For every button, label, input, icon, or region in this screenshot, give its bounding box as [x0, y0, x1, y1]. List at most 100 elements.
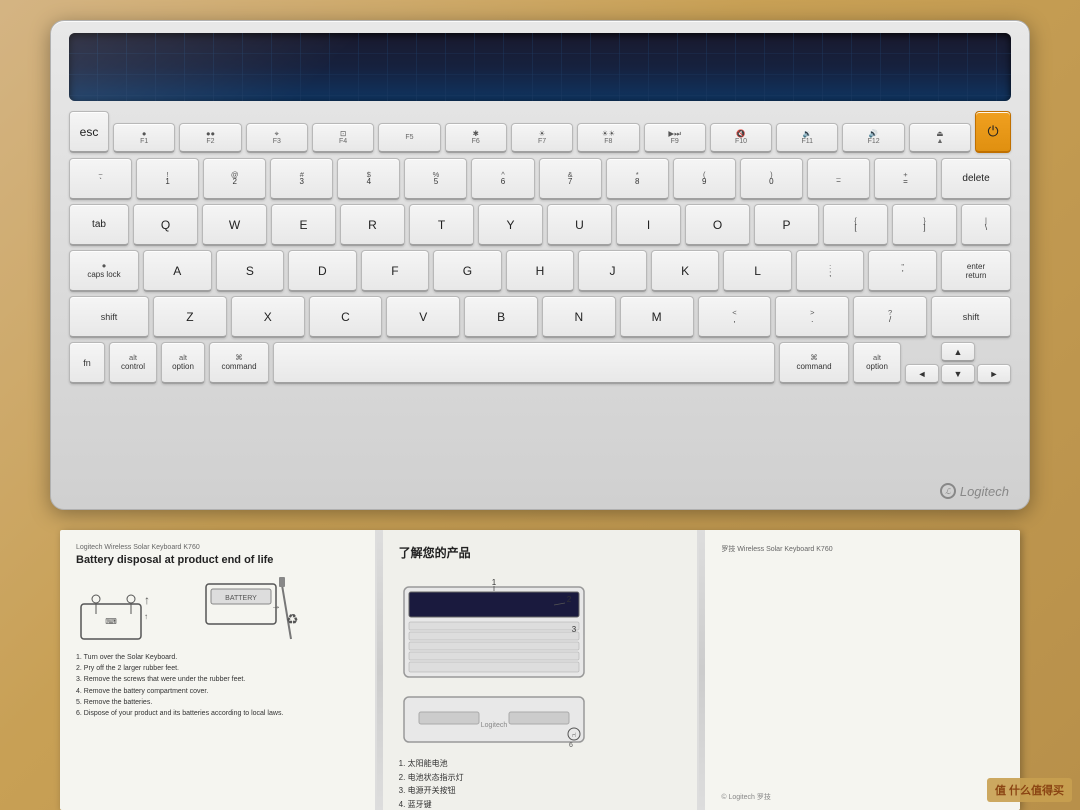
key-option-left[interactable]: alt option	[161, 342, 205, 384]
key-period[interactable]: > .	[775, 296, 849, 338]
svg-text:→: →	[271, 601, 281, 612]
svg-text:3: 3	[571, 625, 576, 634]
key-8[interactable]: * 8	[606, 158, 669, 200]
key-bracket-l[interactable]: { [	[823, 204, 888, 246]
key-l[interactable]: L	[723, 250, 792, 292]
key-caps-lock[interactable]: ● caps lock	[69, 250, 139, 292]
key-arrow-left[interactable]: ◄	[905, 364, 939, 384]
arrow-lr-row: ◄ ▼ ►	[905, 364, 1011, 384]
key-equals[interactable]: + =	[874, 158, 937, 200]
key-a[interactable]: A	[143, 250, 212, 292]
svg-text:↑: ↑	[144, 593, 150, 607]
key-option-right[interactable]: alt option	[853, 342, 901, 384]
key-z[interactable]: Z	[153, 296, 227, 338]
key-w[interactable]: W	[202, 204, 267, 246]
manual-steps-list: 1. Turn over the Solar Keyboard. 2. Pry …	[76, 652, 359, 719]
key-m[interactable]: M	[620, 296, 694, 338]
key-fn[interactable]: fn	[69, 342, 105, 384]
key-arrow-down[interactable]: ▼	[941, 364, 975, 384]
key-f2[interactable]: ●● F2	[179, 123, 241, 153]
key-arrow-right[interactable]: ►	[977, 364, 1011, 384]
key-p[interactable]: P	[754, 204, 819, 246]
key-h[interactable]: H	[506, 250, 575, 292]
key-f3[interactable]: ⌖ F3	[246, 123, 308, 153]
key-i[interactable]: I	[616, 204, 681, 246]
key-arrow-up[interactable]: ▲	[941, 342, 975, 362]
key-f9[interactable]: ▶⏭ F9	[644, 123, 706, 153]
key-1[interactable]: ! 1	[136, 158, 199, 200]
key-7[interactable]: & 7	[539, 158, 602, 200]
key-g[interactable]: G	[433, 250, 502, 292]
key-5[interactable]: % 5	[404, 158, 467, 200]
key-k[interactable]: K	[651, 250, 720, 292]
key-o[interactable]: O	[685, 204, 750, 246]
key-bracket-r[interactable]: } ]	[892, 204, 957, 246]
key-shift-right[interactable]: shift	[931, 296, 1011, 338]
manual-booklet: Logitech Wireless Solar Keyboard K760 Ba…	[60, 530, 1020, 810]
key-f6[interactable]: ✱ F6	[445, 123, 507, 153]
key-y[interactable]: Y	[478, 204, 543, 246]
key-f1[interactable]: ● F1	[113, 123, 175, 153]
key-r[interactable]: R	[340, 204, 405, 246]
key-f8[interactable]: ☀☀ F8	[577, 123, 639, 153]
key-f4[interactable]: ⊡ F4	[312, 123, 374, 153]
key-t[interactable]: T	[409, 204, 474, 246]
key-shift-left[interactable]: shift	[69, 296, 149, 338]
key-q[interactable]: Q	[133, 204, 198, 246]
manual-page-right: 罗技 Wireless Solar Keyboard K760 © Logite…	[705, 530, 1020, 810]
key-u[interactable]: U	[547, 204, 612, 246]
key-2[interactable]: @ 2	[203, 158, 266, 200]
key-6[interactable]: ^ 6	[471, 158, 534, 200]
key-f12[interactable]: 🔊 F12	[842, 123, 904, 153]
logitech-brand-text: Logitech	[960, 484, 1009, 499]
key-e[interactable]: E	[271, 204, 336, 246]
watermark-text: 值 什么值得买	[995, 785, 1064, 797]
key-backslash[interactable]: | \	[961, 204, 1011, 246]
manual-book: Logitech Wireless Solar Keyboard K760 Ba…	[60, 530, 1020, 810]
svg-text:BATTERY: BATTERY	[225, 595, 257, 602]
key-9[interactable]: ( 9	[673, 158, 736, 200]
part-1: 1. 太阳能电池	[399, 757, 682, 771]
key-b[interactable]: B	[464, 296, 538, 338]
key-c[interactable]: C	[309, 296, 383, 338]
key-semicolon[interactable]: : ;	[796, 250, 865, 292]
manual-step-1: 1. Turn over the Solar Keyboard.	[76, 652, 359, 663]
key-f10[interactable]: 🔇 F10	[710, 123, 772, 153]
number-key-row: ~ ` ! 1 @ 2 # 3 $ 4 % 5	[69, 158, 1011, 200]
key-f[interactable]: F	[361, 250, 430, 292]
key-comma[interactable]: < ,	[698, 296, 772, 338]
key-slash[interactable]: ? /	[853, 296, 927, 338]
key-eject[interactable]: ⏏ ▲	[909, 123, 971, 153]
key-3[interactable]: # 3	[270, 158, 333, 200]
key-delete[interactable]: delete	[941, 158, 1011, 200]
key-v[interactable]: V	[386, 296, 460, 338]
key-tilde[interactable]: ~ `	[69, 158, 132, 200]
shift-key-row: shift Z X C V B N M < , > . ? / shift	[69, 296, 1011, 338]
key-spacebar[interactable]	[273, 342, 775, 384]
key-command-right[interactable]: ⌘ command	[779, 342, 849, 384]
key-d[interactable]: D	[288, 250, 357, 292]
key-4[interactable]: $ 4	[337, 158, 400, 200]
key-0[interactable]: ) 0	[740, 158, 803, 200]
key-enter[interactable]: enter return	[941, 250, 1011, 292]
key-x[interactable]: X	[231, 296, 305, 338]
key-command-left[interactable]: ⌘ command	[209, 342, 269, 384]
manual-page-middle: 了解您的产品 1 2 3	[383, 530, 700, 810]
key-esc-label: esc	[80, 125, 99, 139]
key-s[interactable]: S	[216, 250, 285, 292]
qwerty-key-row: tab Q W E R T Y U I O P { [ } ] | \	[69, 204, 1011, 246]
key-power[interactable]: ⏻	[975, 111, 1011, 153]
key-f11[interactable]: 🔉 F11	[776, 123, 838, 153]
key-control[interactable]: alt control	[109, 342, 157, 384]
key-f5[interactable]: F5	[378, 123, 440, 153]
key-esc[interactable]: esc	[69, 111, 109, 153]
manual-step-4: 4. Remove the battery compartment cover.	[76, 686, 359, 697]
key-j[interactable]: J	[578, 250, 647, 292]
key-f7[interactable]: ☀ F7	[511, 123, 573, 153]
battery-compartment-svg: BATTERY → ♻	[196, 574, 306, 644]
bottom-key-row: fn alt control alt option ⌘ command ⌘ co…	[69, 342, 1011, 384]
key-quote[interactable]: " '	[868, 250, 937, 292]
key-minus[interactable]: _ −	[807, 158, 870, 200]
key-n[interactable]: N	[542, 296, 616, 338]
key-tab[interactable]: tab	[69, 204, 129, 246]
